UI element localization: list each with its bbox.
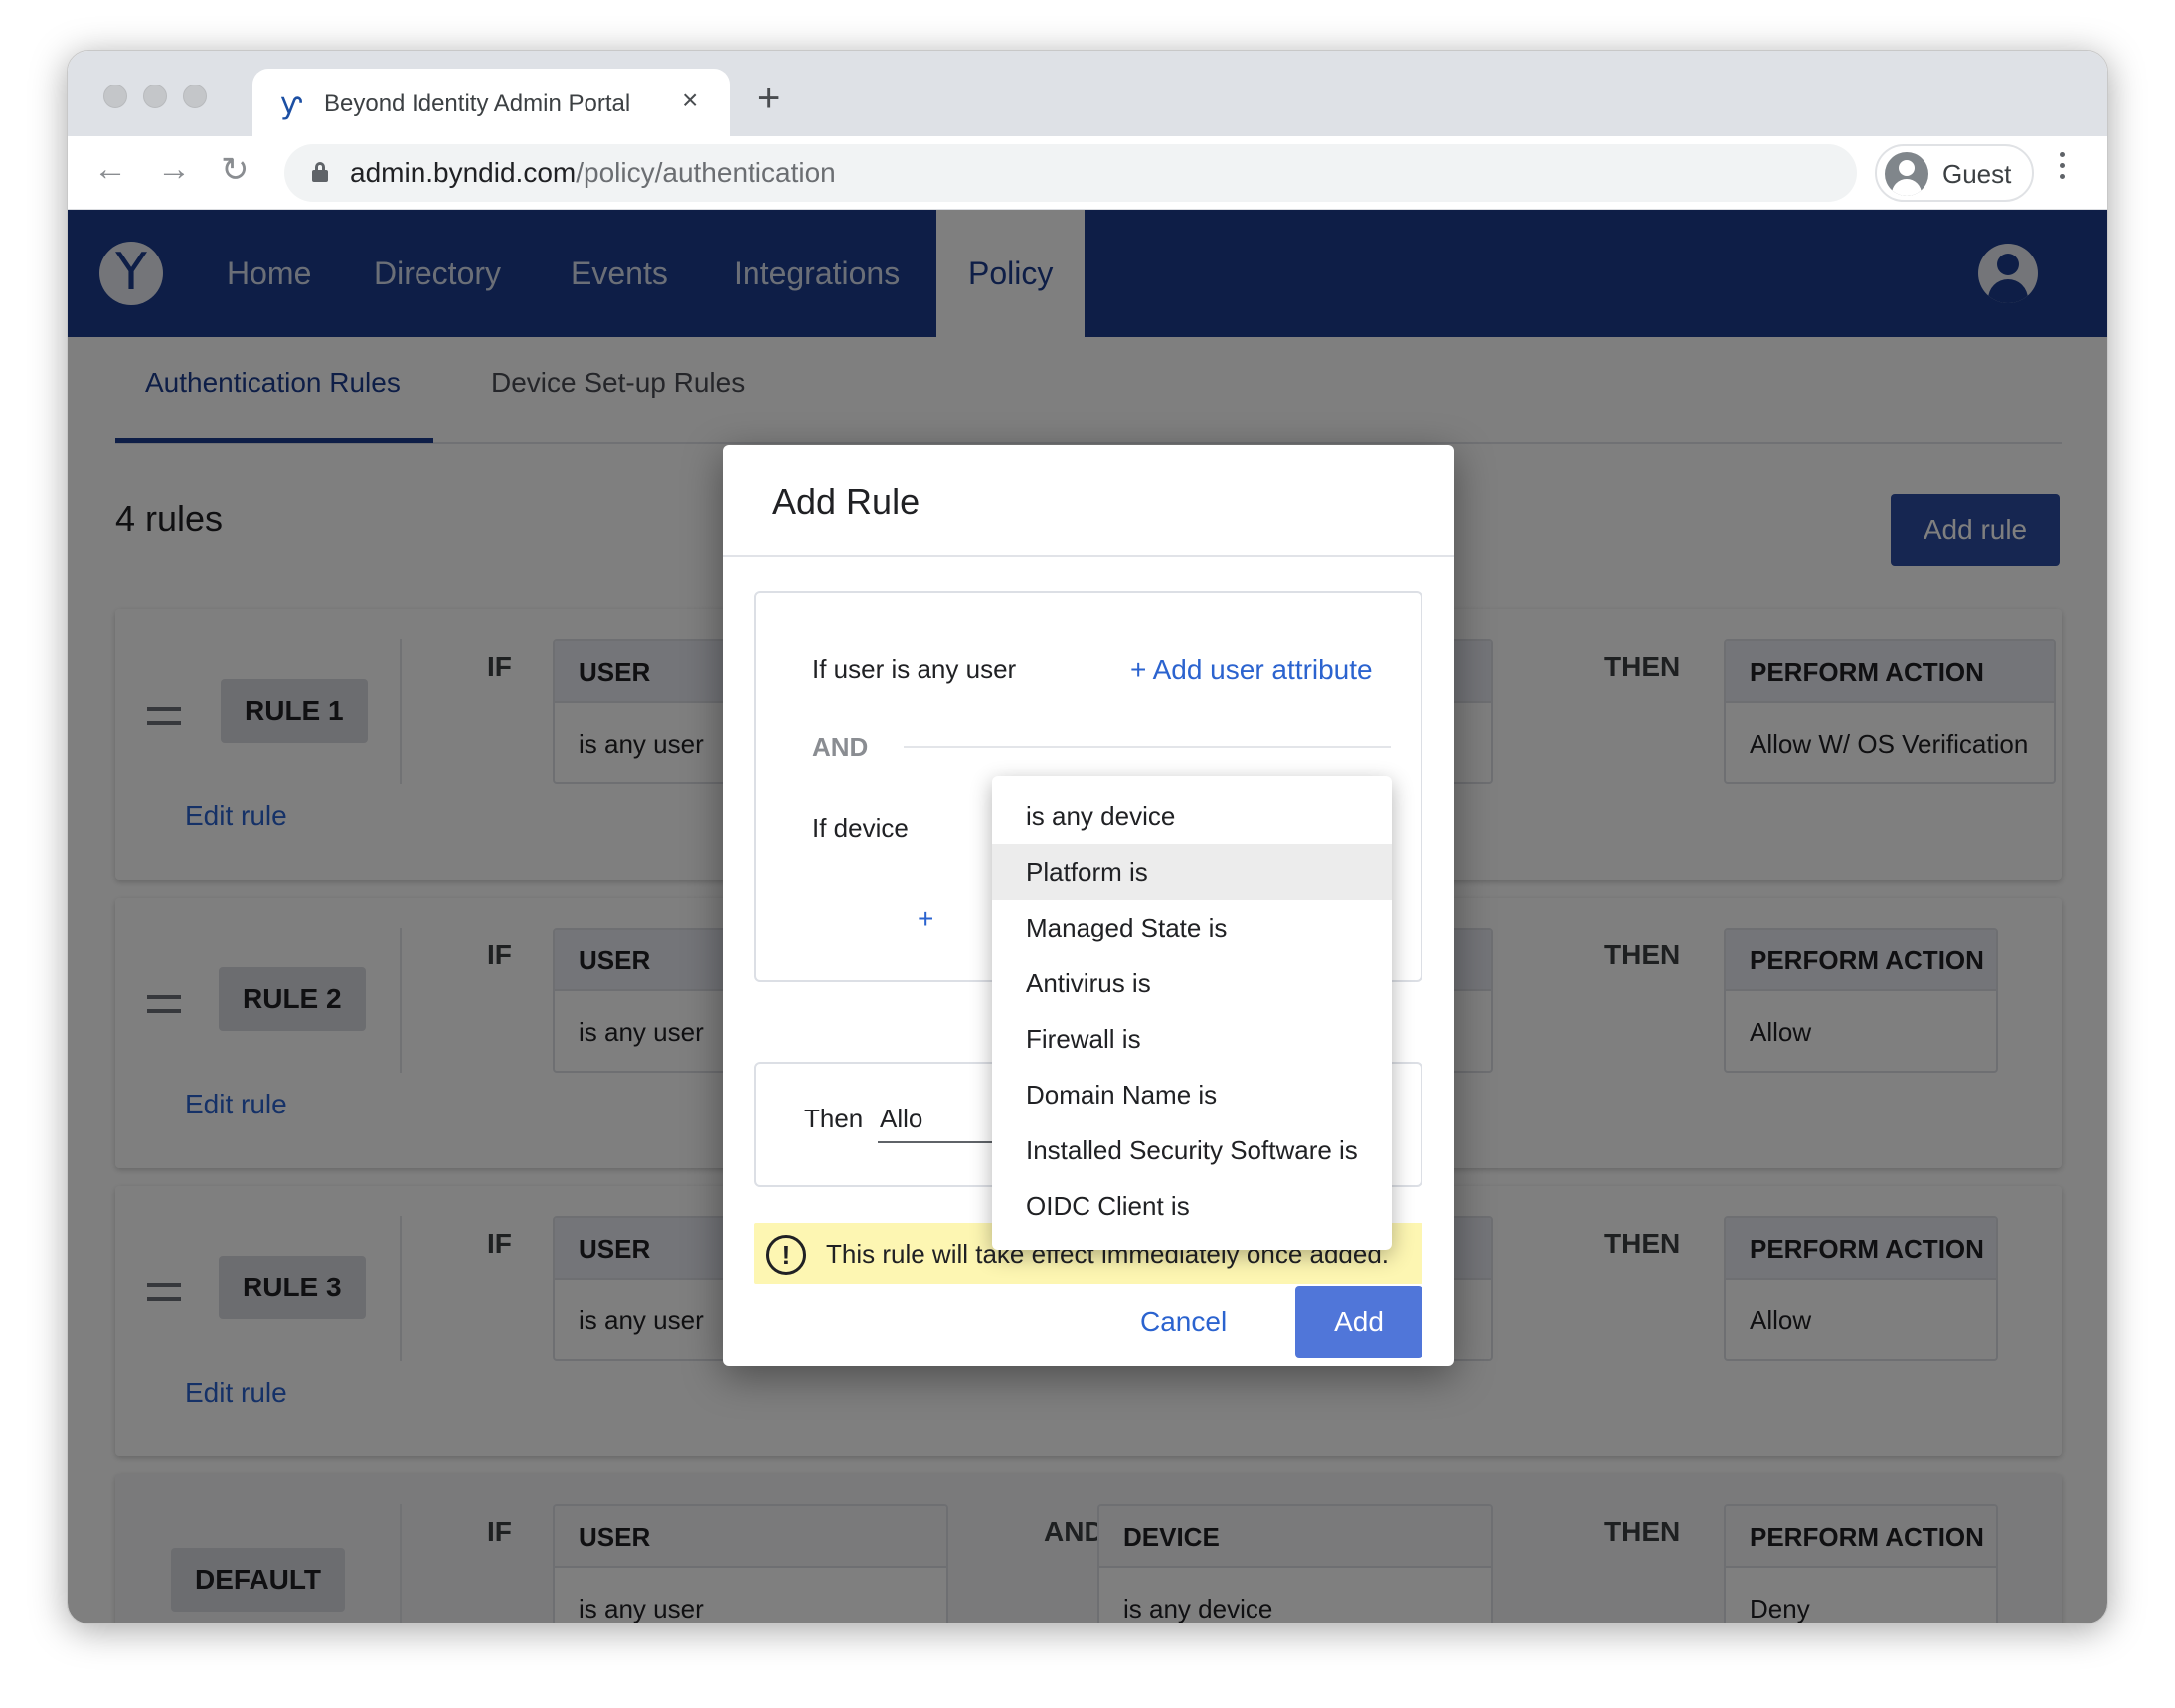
then-label: Then [804,1104,864,1133]
dropdown-option[interactable]: Domain Name is [992,1067,1392,1122]
dropdown-option[interactable]: is any device [992,788,1392,844]
profile-button[interactable]: Guest [1875,144,2034,202]
lock-icon [312,162,328,182]
dropdown-option[interactable]: OIDC Client is [992,1178,1392,1234]
add-button[interactable]: Add [1295,1286,1422,1358]
dropdown-option[interactable]: Firewall is [992,1011,1392,1067]
divider [723,555,1454,557]
divider [904,746,1391,748]
back-icon[interactable]: ← [93,150,127,189]
avatar-icon [1885,152,1928,196]
device-attribute-dropdown: is any device Platform is Managed State … [992,776,1392,1250]
close-tab-icon[interactable]: × [682,85,698,116]
browser-toolbar: ← → ↻ admin.byndid.com/policy/authentica… [68,136,2107,210]
cancel-button[interactable]: Cancel [1140,1306,1227,1338]
and-label: AND [812,732,869,762]
url-text: admin.byndid.com/policy/authentication [350,157,836,188]
browser-menu-icon[interactable] [2060,152,2066,182]
new-tab-icon[interactable]: + [757,79,780,118]
dropdown-option[interactable]: Antivirus is [992,955,1392,1011]
reload-icon[interactable]: ↻ [221,150,250,190]
zoom-window-dot[interactable] [183,85,207,108]
user-condition-text: If user is any user [812,654,1017,684]
dropdown-option[interactable]: Installed Security Software is [992,1122,1392,1178]
dropdown-option[interactable]: Managed State is [992,900,1392,955]
tab-bar: ƴ Beyond Identity Admin Portal × + [68,51,2107,136]
forward-icon[interactable]: → [157,150,191,189]
warning-icon: ! [766,1235,806,1275]
tab-title: Beyond Identity Admin Portal [324,90,631,117]
action-select[interactable]: Allo [880,1104,922,1134]
dialog-title: Add Rule [772,481,920,522]
add-user-attribute-link[interactable]: + Add user attribute [1130,654,1373,686]
browser-window: ƴ Beyond Identity Admin Portal × + ← → ↻… [67,50,2108,1624]
profile-label: Guest [1942,159,2012,189]
address-bar[interactable]: admin.byndid.com/policy/authentication [284,144,1857,202]
add-device-attribute-link[interactable]: + [918,903,933,935]
tab-favicon-icon: ƴ [280,86,302,121]
browser-tab[interactable]: ƴ Beyond Identity Admin Portal × [252,69,730,136]
device-condition-label: If device [812,813,909,843]
dropdown-option-highlighted[interactable]: Platform is [992,844,1392,900]
close-window-dot[interactable] [103,85,127,108]
minimize-window-dot[interactable] [143,85,167,108]
